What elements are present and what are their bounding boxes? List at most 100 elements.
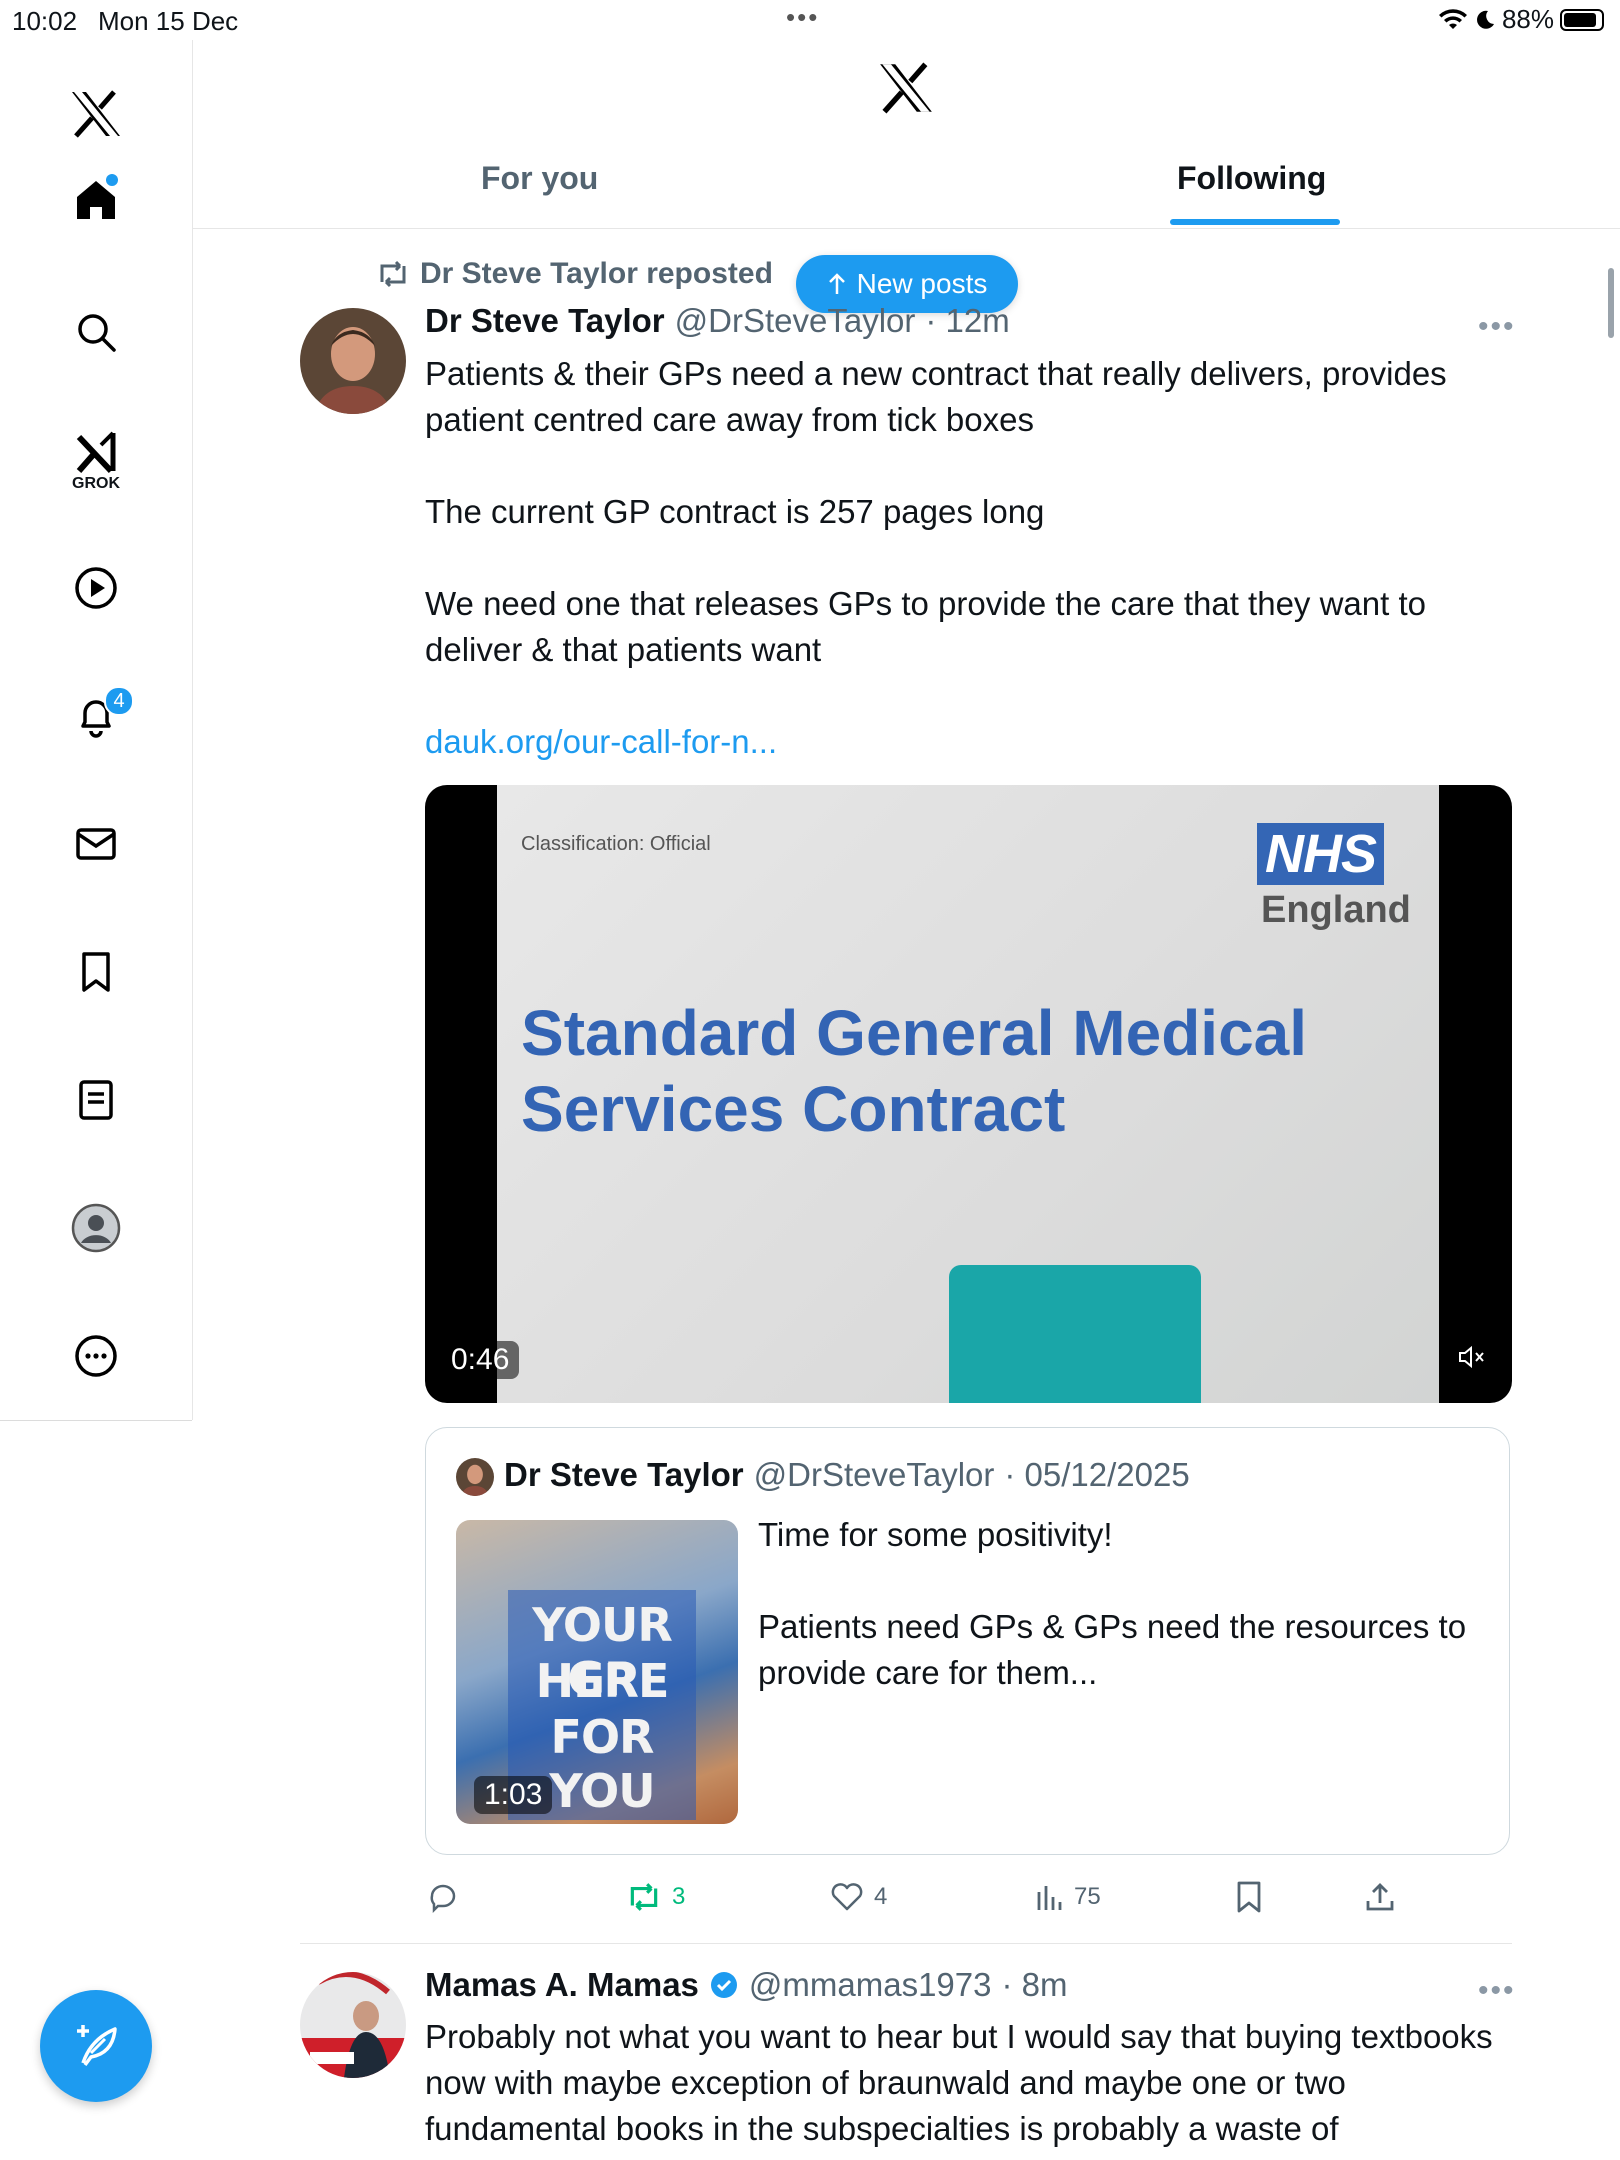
like-button[interactable]: 4 bbox=[830, 1872, 887, 1922]
reply-button[interactable] bbox=[426, 1872, 470, 1922]
repost-icon bbox=[630, 1883, 658, 1911]
quote-header: Dr Steve Taylor @DrSteveTaylor · 05/12/2… bbox=[504, 1456, 1190, 1494]
sidebar-item-grok[interactable]: GROK bbox=[66, 422, 126, 502]
quote-author-handle: @DrSteveTaylor bbox=[753, 1456, 995, 1493]
notifications-badge: 4 bbox=[104, 686, 134, 716]
quote-text-p1: Time for some positivity! bbox=[758, 1516, 1113, 1553]
new-posts-label: New posts bbox=[856, 268, 988, 299]
status-right: 88% bbox=[1438, 4, 1604, 35]
views-icon bbox=[1037, 1886, 1062, 1910]
repost-indicator[interactable]: Dr Steve Taylor reposted bbox=[376, 257, 773, 291]
quote-date: · 05/12/2025 bbox=[1004, 1456, 1190, 1493]
tab-for-you[interactable]: For you bbox=[481, 160, 598, 197]
search-icon bbox=[78, 314, 116, 352]
thumb-text-line2: HERE bbox=[535, 1654, 670, 1708]
multitask-dots[interactable]: ••• bbox=[786, 2, 819, 33]
slide-title-line2: Services Contract bbox=[521, 1073, 1066, 1145]
x-logo-icon[interactable] bbox=[66, 84, 126, 144]
quote-video-thumbnail[interactable]: YOUR GP HERE FOR YOU 1:03 bbox=[456, 1520, 738, 1824]
views-button[interactable]: 75 bbox=[1034, 1872, 1101, 1922]
arrow-up-icon bbox=[828, 273, 845, 294]
status-date: Mon 15 Dec bbox=[98, 6, 239, 36]
author-handle[interactable]: @mmamas1973 bbox=[749, 1966, 992, 2004]
status-time: 10:02 bbox=[12, 6, 78, 36]
more-options-icon[interactable]: ••• bbox=[1478, 1974, 1516, 2008]
more-options-icon[interactable]: ••• bbox=[1478, 310, 1516, 344]
slide-title: Standard General Medical Services Contra… bbox=[521, 995, 1307, 1147]
post-divider bbox=[300, 1943, 1512, 1944]
slide-teal-shape bbox=[949, 1265, 1201, 1403]
battery-percent: 88% bbox=[1501, 4, 1554, 34]
repost-label: Dr Steve Taylor reposted bbox=[420, 257, 773, 290]
repost-icon bbox=[380, 260, 406, 288]
post-header: Dr Steve Taylor @DrSteveTaylor · 12m bbox=[425, 302, 1010, 340]
sidebar-item-profile[interactable] bbox=[66, 1198, 126, 1258]
post-text: Patients & their GPs need a new contract… bbox=[425, 351, 1505, 765]
avatar[interactable] bbox=[300, 1972, 406, 2078]
nhs-logo: NHS bbox=[1257, 823, 1385, 885]
quote-avatar bbox=[456, 1458, 494, 1496]
thumb-duration: 1:03 bbox=[474, 1776, 553, 1814]
video-duration: 0:46 bbox=[441, 1341, 520, 1379]
repost-count: 3 bbox=[672, 1883, 686, 1910]
verified-badge-icon bbox=[710, 1972, 737, 1998]
sidebar-divider bbox=[0, 1420, 192, 1421]
video-frame: Classification: Official NHS England Sta… bbox=[497, 785, 1439, 1403]
quote-text: Time for some positivity! Patients need … bbox=[758, 1512, 1478, 1696]
post-text: Probably not what you want to hear but I… bbox=[425, 2018, 1493, 2147]
quoted-post[interactable]: Dr Steve Taylor @DrSteveTaylor · 05/12/2… bbox=[425, 1427, 1510, 1855]
slide-title-line1: Standard General Medical bbox=[521, 997, 1308, 1069]
post-time[interactable]: · 12m bbox=[925, 302, 1009, 340]
sidebar-item-home[interactable] bbox=[66, 170, 126, 230]
sidebar: GROK 4 bbox=[0, 40, 193, 1420]
grok-icon bbox=[76, 431, 116, 474]
moon-icon bbox=[1477, 10, 1494, 29]
mute-icon[interactable] bbox=[1458, 1345, 1486, 1374]
sidebar-item-lists[interactable] bbox=[66, 1070, 126, 1130]
author-name[interactable]: Mamas A. Mamas bbox=[425, 1966, 699, 2004]
nhs-england-text: England bbox=[1261, 889, 1411, 931]
scrollbar[interactable] bbox=[1608, 268, 1614, 338]
play-icon bbox=[75, 567, 117, 609]
tab-following[interactable]: Following bbox=[1177, 160, 1326, 197]
post-text-p1: Patients & their GPs need a new contract… bbox=[425, 355, 1447, 438]
slide-classification: Classification: Official bbox=[521, 833, 711, 855]
heart-icon bbox=[831, 1883, 863, 1911]
list-icon bbox=[79, 1080, 113, 1120]
battery-icon bbox=[1560, 8, 1604, 31]
post-header: Mamas A. Mamas @mmamas1973 · 8m bbox=[425, 1966, 1068, 2004]
home-new-dot bbox=[106, 174, 118, 186]
repost-button[interactable]: 3 bbox=[626, 1872, 685, 1922]
active-tab-indicator bbox=[1170, 219, 1340, 225]
post-text-p2: The current GP contract is 257 pages lon… bbox=[425, 493, 1045, 530]
sidebar-item-notifications[interactable]: 4 bbox=[66, 686, 134, 746]
header-divider bbox=[193, 228, 1620, 229]
author-name[interactable]: Dr Steve Taylor bbox=[425, 302, 665, 340]
header-x-logo-icon bbox=[878, 62, 934, 119]
sidebar-item-more[interactable] bbox=[66, 1326, 126, 1386]
avatar[interactable] bbox=[300, 308, 406, 414]
post-time[interactable]: · 8m bbox=[1002, 1966, 1068, 2004]
compose-button[interactable] bbox=[40, 1990, 152, 2102]
post-link[interactable]: dauk.org/our-call-for-n... bbox=[425, 719, 1505, 765]
video-player[interactable]: Classification: Official NHS England Sta… bbox=[425, 785, 1512, 1403]
reply-icon bbox=[430, 1884, 456, 1914]
sidebar-item-bookmarks[interactable] bbox=[66, 942, 126, 1002]
like-count: 4 bbox=[874, 1883, 888, 1910]
bookmark-button[interactable] bbox=[1234, 1872, 1264, 1922]
compose-feather-icon bbox=[77, 2025, 117, 2067]
quote-author-name: Dr Steve Taylor bbox=[504, 1456, 744, 1493]
wifi-icon bbox=[1438, 8, 1467, 29]
sidebar-item-messages[interactable] bbox=[66, 814, 126, 874]
quote-text-p2: Patients need GPs & GPs need the resourc… bbox=[758, 1608, 1467, 1691]
more-circle-icon bbox=[75, 1335, 117, 1377]
sidebar-item-video[interactable] bbox=[66, 558, 126, 618]
share-button[interactable] bbox=[1364, 1872, 1396, 1922]
status-bar: 10:02 Mon 15 Dec ••• 88% bbox=[0, 0, 1620, 40]
author-handle[interactable]: @DrSteveTaylor bbox=[675, 302, 916, 340]
sidebar-item-search[interactable] bbox=[66, 302, 126, 362]
profile-icon bbox=[71, 1203, 121, 1253]
bookmark-icon bbox=[82, 952, 110, 992]
share-icon bbox=[1366, 1883, 1394, 1911]
grok-label: GROK bbox=[72, 475, 120, 492]
